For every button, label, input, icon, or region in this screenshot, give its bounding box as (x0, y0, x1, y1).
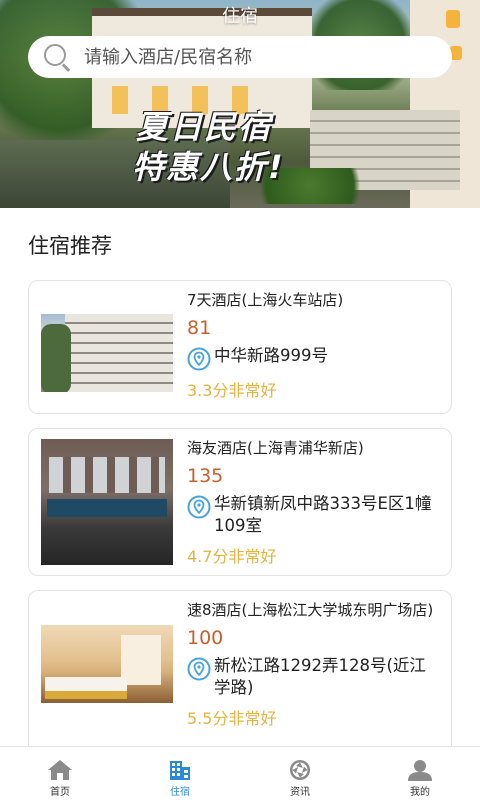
banner-subheadline: 特惠八折! (132, 148, 285, 186)
promo-banner[interactable]: 夏日民宿 特惠八折! (0, 0, 480, 208)
hotel-card[interactable]: 7天酒店(上海火车站店) 81 中华新路999号 3.3分非常好 (28, 280, 452, 414)
hotel-card[interactable]: 海友酒店(上海青浦华新店) 135 华新镇新凤中路333号E区1幢109室 4.… (28, 428, 452, 576)
hotel-address: 新松江路1292弄128号(近江学路) (187, 655, 441, 699)
hotel-price: 135 (187, 465, 224, 487)
search-input[interactable] (84, 46, 444, 68)
tab-label: 资讯 (290, 787, 310, 798)
location-pin-icon (187, 347, 211, 371)
bottom-tab-bar: 首页 住宿 资讯 我的 (0, 746, 480, 800)
section-title: 住宿推荐 (28, 234, 112, 258)
tab-news[interactable]: 资讯 (240, 747, 360, 800)
hotel-address: 中华新路999号 (187, 345, 441, 371)
tab-label: 我的 (410, 787, 430, 798)
page-title: 住宿 (222, 6, 258, 27)
hotel-rating: 5.5分非常好 (187, 709, 277, 728)
hotel-price: 81 (187, 317, 212, 339)
tab-label: 住宿 (170, 787, 190, 798)
hotel-name: 7天酒店(上海火车站店) (187, 291, 344, 309)
home-icon (48, 760, 72, 780)
hotel-rating: 4.7分非常好 (187, 547, 277, 566)
hotel-address-text: 中华新路999号 (214, 346, 328, 365)
hotel-address: 华新镇新凤中路333号E区1幢109室 (187, 493, 441, 537)
hotel-card[interactable]: 速8酒店(上海松江大学城东明广场店) 100 新松江路1292弄128号(近江学… (28, 590, 452, 760)
location-pin-icon (187, 495, 211, 519)
search-bar[interactable] (28, 36, 452, 78)
location-pin-icon (187, 657, 211, 681)
hotel-thumbnail (41, 625, 173, 703)
user-icon (408, 760, 432, 781)
aperture-icon (290, 760, 310, 780)
search-icon[interactable] (42, 42, 72, 72)
hotel-price: 100 (187, 627, 224, 649)
hotel-name: 海友酒店(上海青浦华新店) (187, 439, 364, 457)
hotel-name: 速8酒店(上海松江大学城东明广场店) (187, 601, 434, 619)
tab-profile[interactable]: 我的 (360, 747, 480, 800)
hotel-rating: 3.3分非常好 (187, 381, 277, 400)
hotel-thumbnail (41, 439, 173, 565)
hotel-address-text: 华新镇新凤中路333号E区1幢109室 (214, 494, 432, 535)
hotel-address-text: 新松江路1292弄128号(近江学路) (214, 656, 426, 697)
hotel-thumbnail (41, 314, 173, 392)
tab-home[interactable]: 首页 (0, 747, 120, 800)
tab-lodging[interactable]: 住宿 (120, 747, 240, 800)
building-icon (170, 761, 190, 780)
tab-label: 首页 (50, 787, 70, 798)
